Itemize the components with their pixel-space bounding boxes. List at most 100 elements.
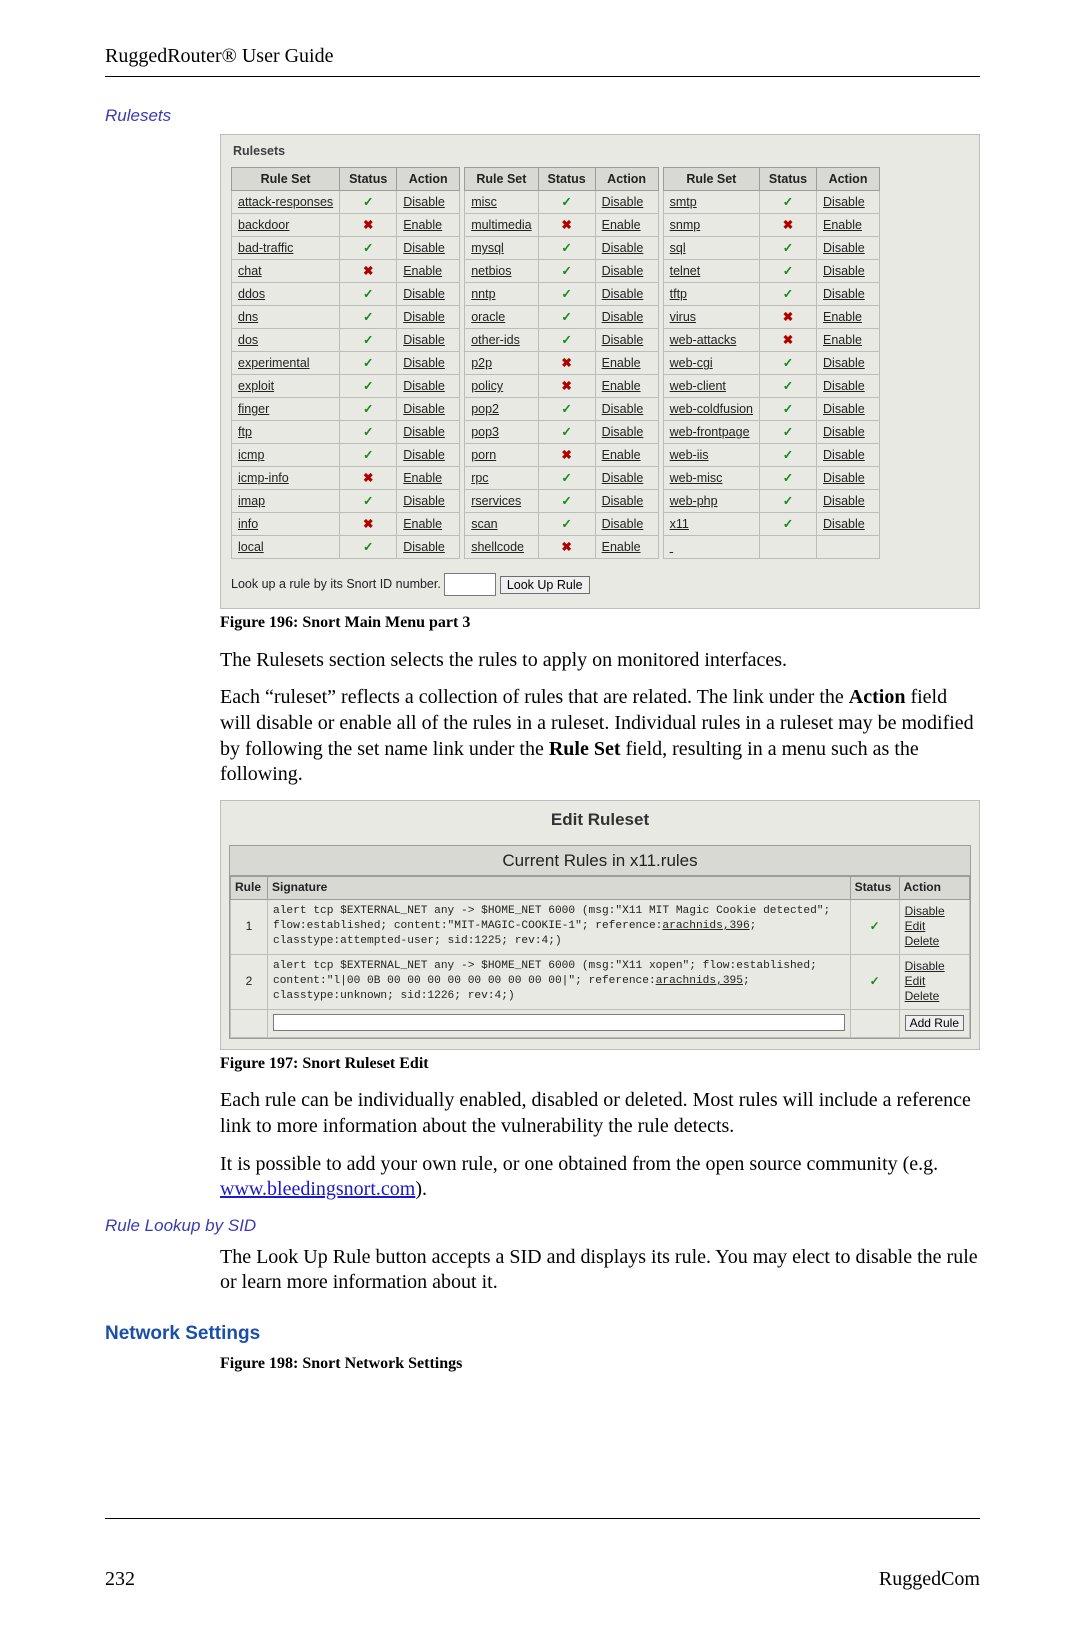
- add-rule-button[interactable]: [905, 1015, 964, 1031]
- ruleset-action-link[interactable]: Disable: [602, 425, 644, 439]
- ruleset-link[interactable]: rservices: [471, 494, 521, 508]
- ruleset-link[interactable]: chat: [238, 264, 262, 278]
- ruleset-action-link[interactable]: Enable: [823, 333, 862, 347]
- ruleset-action-link[interactable]: Disable: [823, 425, 865, 439]
- ruleset-action-link[interactable]: Disable: [403, 379, 445, 393]
- ruleset-action-link[interactable]: Disable: [823, 356, 865, 370]
- ruleset-link[interactable]: ddos: [238, 287, 265, 301]
- ruleset-link[interactable]: telnet: [670, 264, 701, 278]
- ruleset-action-link[interactable]: Disable: [823, 264, 865, 278]
- ruleset-action-link[interactable]: Disable: [403, 540, 445, 554]
- lookup-input[interactable]: [444, 573, 496, 596]
- ruleset-link[interactable]: [670, 540, 673, 554]
- ruleset-link[interactable]: scan: [471, 517, 497, 531]
- ruleset-action-link[interactable]: Disable: [602, 241, 644, 255]
- ruleset-action-link[interactable]: Disable: [403, 310, 445, 324]
- ruleset-action-link[interactable]: Enable: [403, 471, 442, 485]
- ruleset-action-link[interactable]: Disable: [602, 264, 644, 278]
- ruleset-action-link[interactable]: Disable: [602, 402, 644, 416]
- rule-action-link[interactable]: Delete: [905, 989, 964, 1004]
- ruleset-link[interactable]: web-attacks: [670, 333, 737, 347]
- ruleset-action-link[interactable]: Disable: [403, 333, 445, 347]
- ruleset-action-link[interactable]: Disable: [823, 448, 865, 462]
- ruleset-link[interactable]: netbios: [471, 264, 511, 278]
- ruleset-link[interactable]: oracle: [471, 310, 505, 324]
- ruleset-action-link[interactable]: Enable: [403, 264, 442, 278]
- ruleset-action-link[interactable]: Enable: [602, 356, 641, 370]
- ruleset-action-link[interactable]: Disable: [403, 241, 445, 255]
- ruleset-link[interactable]: backdoor: [238, 218, 289, 232]
- ruleset-action-link[interactable]: Disable: [602, 310, 644, 324]
- ruleset-action-link[interactable]: Disable: [403, 195, 445, 209]
- ruleset-action-link[interactable]: Disable: [823, 402, 865, 416]
- ruleset-link[interactable]: shellcode: [471, 540, 524, 554]
- ruleset-link[interactable]: local: [238, 540, 264, 554]
- ruleset-action-link[interactable]: Disable: [602, 195, 644, 209]
- ruleset-link[interactable]: x11: [670, 517, 689, 531]
- ruleset-action-link[interactable]: Disable: [403, 425, 445, 439]
- ruleset-action-link[interactable]: Disable: [823, 471, 865, 485]
- ruleset-link[interactable]: policy: [471, 379, 503, 393]
- ruleset-action-link[interactable]: Enable: [403, 218, 442, 232]
- ruleset-link[interactable]: web-coldfusion: [670, 402, 753, 416]
- ruleset-link[interactable]: pop3: [471, 425, 499, 439]
- ruleset-link[interactable]: icmp: [238, 448, 264, 462]
- ruleset-link[interactable]: info: [238, 517, 258, 531]
- ruleset-link[interactable]: multimedia: [471, 218, 531, 232]
- ruleset-action-link[interactable]: Disable: [403, 287, 445, 301]
- new-rule-input[interactable]: [273, 1014, 845, 1031]
- ruleset-link[interactable]: other-ids: [471, 333, 520, 347]
- ruleset-link[interactable]: web-misc: [670, 471, 723, 485]
- ruleset-action-link[interactable]: Disable: [602, 333, 644, 347]
- reference-link[interactable]: arachnids,396: [662, 920, 749, 932]
- ruleset-action-link[interactable]: Enable: [823, 218, 862, 232]
- ruleset-link[interactable]: nntp: [471, 287, 495, 301]
- ruleset-link[interactable]: rpc: [471, 471, 488, 485]
- ruleset-action-link[interactable]: Disable: [823, 494, 865, 508]
- ruleset-action-link[interactable]: Disable: [602, 471, 644, 485]
- rule-action-link[interactable]: Delete: [905, 934, 964, 949]
- ruleset-link[interactable]: dos: [238, 333, 258, 347]
- ruleset-link[interactable]: tftp: [670, 287, 687, 301]
- ruleset-action-link[interactable]: Enable: [602, 448, 641, 462]
- ruleset-link[interactable]: virus: [670, 310, 696, 324]
- ruleset-link[interactable]: porn: [471, 448, 496, 462]
- ruleset-link[interactable]: web-iis: [670, 448, 709, 462]
- ruleset-action-link[interactable]: Disable: [823, 195, 865, 209]
- ruleset-link[interactable]: misc: [471, 195, 497, 209]
- ruleset-action-link[interactable]: Disable: [403, 356, 445, 370]
- ruleset-link[interactable]: web-php: [670, 494, 718, 508]
- ruleset-link[interactable]: icmp-info: [238, 471, 289, 485]
- ruleset-action-link[interactable]: Disable: [403, 402, 445, 416]
- rule-action-link[interactable]: Edit: [905, 919, 964, 934]
- ruleset-link[interactable]: web-frontpage: [670, 425, 750, 439]
- ruleset-link[interactable]: web-cgi: [670, 356, 713, 370]
- ruleset-link[interactable]: bad-traffic: [238, 241, 293, 255]
- rule-action-link[interactable]: Disable: [905, 959, 964, 974]
- rule-action-link[interactable]: Disable: [905, 904, 964, 919]
- ruleset-action-link[interactable]: Enable: [602, 540, 641, 554]
- ruleset-link[interactable]: web-client: [670, 379, 726, 393]
- lookup-button[interactable]: [500, 576, 590, 594]
- ruleset-action-link[interactable]: Enable: [403, 517, 442, 531]
- ruleset-action-link[interactable]: Disable: [823, 379, 865, 393]
- bleedingsnort-link[interactable]: www.bleedingsnort.com: [220, 1178, 415, 1200]
- ruleset-link[interactable]: smtp: [670, 195, 697, 209]
- ruleset-link[interactable]: experimental: [238, 356, 310, 370]
- ruleset-action-link[interactable]: Disable: [823, 241, 865, 255]
- ruleset-link[interactable]: p2p: [471, 356, 492, 370]
- ruleset-link[interactable]: finger: [238, 402, 269, 416]
- ruleset-link[interactable]: mysql: [471, 241, 504, 255]
- ruleset-link[interactable]: sql: [670, 241, 686, 255]
- ruleset-link[interactable]: exploit: [238, 379, 274, 393]
- rule-action-link[interactable]: Edit: [905, 974, 964, 989]
- ruleset-action-link[interactable]: Disable: [823, 517, 865, 531]
- reference-link[interactable]: arachnids,395: [656, 975, 743, 987]
- ruleset-link[interactable]: snmp: [670, 218, 701, 232]
- ruleset-action-link[interactable]: Enable: [823, 310, 862, 324]
- ruleset-action-link[interactable]: Disable: [602, 517, 644, 531]
- ruleset-link[interactable]: pop2: [471, 402, 499, 416]
- ruleset-action-link[interactable]: Enable: [602, 218, 641, 232]
- ruleset-action-link[interactable]: Disable: [823, 287, 865, 301]
- ruleset-link[interactable]: dns: [238, 310, 258, 324]
